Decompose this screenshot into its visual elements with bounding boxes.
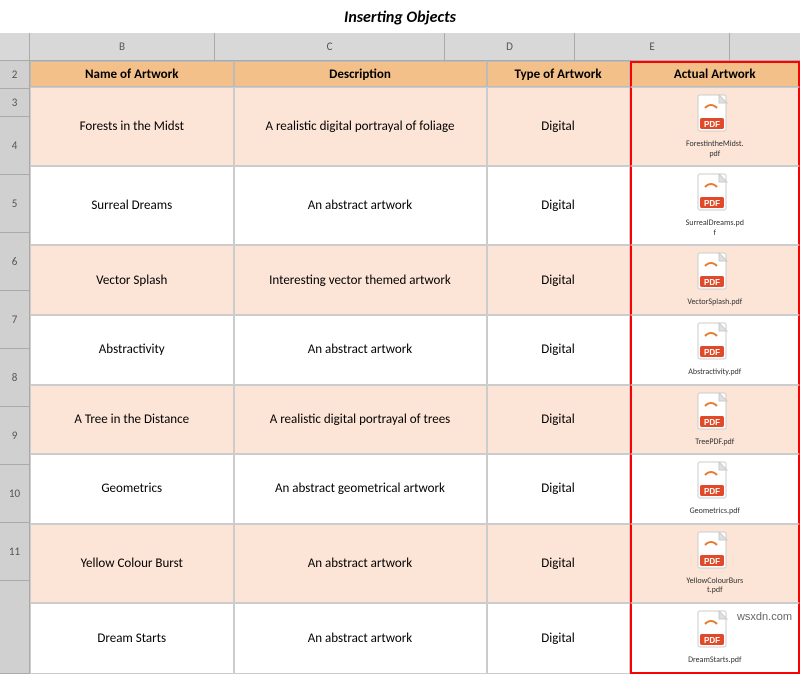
row-num-10: 10	[0, 465, 29, 523]
row-num-extra	[0, 581, 29, 674]
svg-text:PDF: PDF	[704, 199, 720, 208]
cell-description: A realistic digital portrayal of foliage	[234, 87, 487, 166]
cell-name: A Tree in the Distance	[30, 385, 234, 455]
header-artwork: Actual Artwork	[630, 61, 800, 87]
cell-artwork[interactable]: PDF SurrealDreams.pdf	[630, 166, 800, 245]
grid-area: 2 3 4 5 6 7 8 9 10 11 B C D E	[0, 33, 800, 674]
pdf-icon-container[interactable]: PDF ForestintheMidst.pdf	[685, 94, 745, 159]
row-num-5: 5	[0, 175, 29, 233]
table-row: Vector SplashInteresting vector themed a…	[30, 245, 800, 315]
col-header-b: B	[30, 33, 215, 60]
col-header-d: D	[445, 33, 575, 60]
cell-type: Digital	[487, 245, 630, 315]
table-row: Dream StartsAn abstract artworkDigital P…	[30, 603, 800, 674]
row-num-7: 7	[0, 291, 29, 349]
cell-name: Vector Splash	[30, 245, 234, 315]
table-row: AbstractivityAn abstract artworkDigital …	[30, 315, 800, 385]
table-row: Yellow Colour BurstAn abstract artworkDi…	[30, 524, 800, 603]
table-row: A Tree in the DistanceA realistic digita…	[30, 385, 800, 455]
spreadsheet: Inserting Objects 2 3 4 5 6 7 8 9 10 11 …	[0, 0, 800, 631]
cell-name: Surreal Dreams	[30, 166, 234, 245]
cell-description: An abstract artwork	[234, 603, 487, 674]
row-numbers-column: 2 3 4 5 6 7 8 9 10 11	[0, 33, 30, 674]
header-type: Type of Artwork	[487, 61, 630, 87]
cell-name: Abstractivity	[30, 315, 234, 385]
pdf-filename: SurrealDreams.pdf	[685, 219, 745, 238]
pdf-filename: YellowColourBurst.pdf	[685, 577, 745, 596]
cell-description: A realistic digital portrayal of trees	[234, 385, 487, 455]
svg-text:PDF: PDF	[704, 487, 720, 496]
svg-text:PDF: PDF	[704, 636, 720, 645]
cell-artwork[interactable]: PDF TreePDF.pdf	[630, 385, 800, 455]
pdf-filename: VectorSplash.pdf	[687, 298, 742, 308]
col-header-e: E	[575, 33, 730, 60]
pdf-icon-container[interactable]: PDF DreamStarts.pdf	[685, 610, 745, 666]
cell-artwork[interactable]: PDF ForestintheMidst.pdf	[630, 87, 800, 166]
row-num-4: 4	[0, 117, 29, 175]
cell-type: Digital	[487, 87, 630, 166]
data-table: Name of Artwork Description Type of Artw…	[30, 61, 800, 674]
pdf-filename: Abstractivity.pdf	[688, 368, 741, 378]
pdf-filename: Geometrics.pdf	[690, 507, 740, 517]
cell-name: Forests in the Midst	[30, 87, 234, 166]
cell-description: An abstract artwork	[234, 315, 487, 385]
table-row: Surreal DreamsAn abstract artworkDigital…	[30, 166, 800, 245]
svg-text:PDF: PDF	[704, 418, 720, 427]
svg-text:PDF: PDF	[704, 278, 720, 287]
cell-description: Interesting vector themed artwork	[234, 245, 487, 315]
pdf-icon-container[interactable]: PDF Geometrics.pdf	[685, 461, 745, 517]
cell-type: Digital	[487, 166, 630, 245]
row-num-9: 9	[0, 407, 29, 465]
svg-text:PDF: PDF	[704, 557, 720, 566]
cell-name: Yellow Colour Burst	[30, 524, 234, 603]
cell-description: An abstract artwork	[234, 166, 487, 245]
row-num-2: 2	[0, 61, 29, 89]
table-area: B C D E Name of Artwork Description Type…	[30, 33, 800, 674]
header-row: Name of Artwork Description Type of Artw…	[30, 61, 800, 87]
cell-description: An abstract artwork	[234, 524, 487, 603]
table-row: GeometricsAn abstract geometrical artwor…	[30, 454, 800, 524]
pdf-filename: DreamStarts.pdf	[688, 656, 741, 666]
pdf-filename: ForestintheMidst.pdf	[685, 140, 745, 159]
pdf-icon-container[interactable]: PDF SurrealDreams.pdf	[685, 173, 745, 238]
header-name: Name of Artwork	[30, 61, 234, 87]
svg-text:PDF: PDF	[704, 348, 720, 357]
row-num-8: 8	[0, 349, 29, 407]
column-headers: B C D E	[30, 33, 800, 61]
cell-description: An abstract geometrical artwork	[234, 454, 487, 524]
pdf-icon-container[interactable]: PDF YellowColourBurst.pdf	[685, 531, 745, 596]
pdf-icon-container[interactable]: PDF TreePDF.pdf	[685, 392, 745, 448]
col-header-c: C	[215, 33, 445, 60]
spreadsheet-title: Inserting Objects	[0, 0, 800, 33]
cell-artwork[interactable]: PDF VectorSplash.pdf	[630, 245, 800, 315]
cell-name: Dream Starts	[30, 603, 234, 674]
svg-text:PDF: PDF	[704, 120, 720, 129]
cell-type: Digital	[487, 603, 630, 674]
row-num-11: 11	[0, 523, 29, 581]
cell-artwork[interactable]: PDF YellowColourBurst.pdf	[630, 524, 800, 603]
cell-type: Digital	[487, 385, 630, 455]
cell-type: Digital	[487, 315, 630, 385]
cell-artwork[interactable]: PDF Abstractivity.pdf	[630, 315, 800, 385]
cell-type: Digital	[487, 524, 630, 603]
row-num-3: 3	[0, 89, 29, 117]
pdf-filename: TreePDF.pdf	[695, 438, 734, 448]
cell-artwork[interactable]: PDF Geometrics.pdf	[630, 454, 800, 524]
row-num-6: 6	[0, 233, 29, 291]
table-row: Forests in the MidstA realistic digital …	[30, 87, 800, 166]
header-desc: Description	[234, 61, 487, 87]
watermark: wsxdn.com	[737, 611, 792, 623]
cell-type: Digital	[487, 454, 630, 524]
cell-name: Geometrics	[30, 454, 234, 524]
pdf-icon-container[interactable]: PDF VectorSplash.pdf	[685, 252, 745, 308]
corner-cell	[0, 33, 29, 61]
pdf-icon-container[interactable]: PDF Abstractivity.pdf	[685, 322, 745, 378]
